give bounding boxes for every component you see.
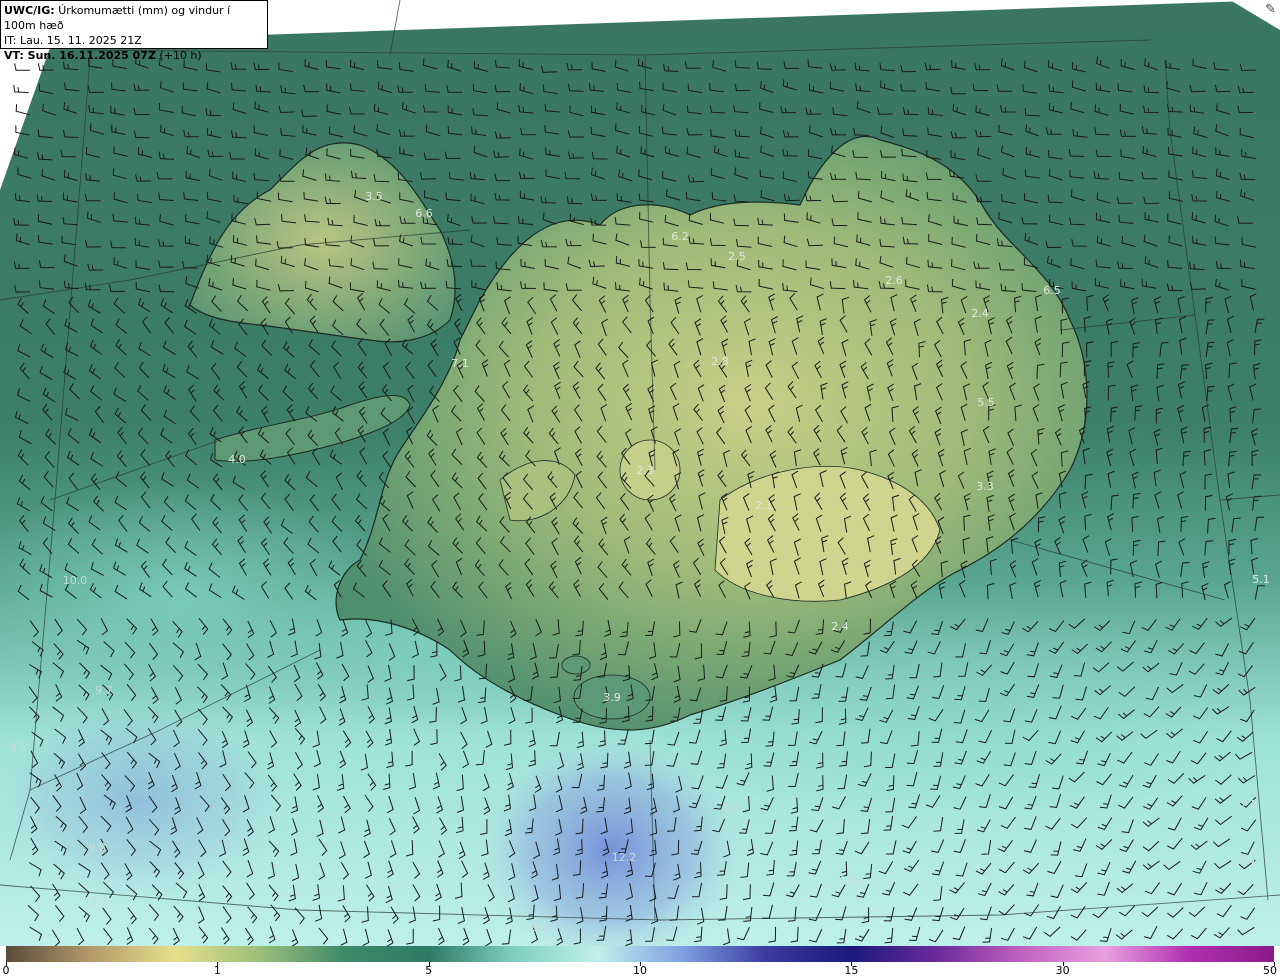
colorbar-tick-label: 5 <box>425 964 433 977</box>
value-label: 2.8 <box>711 355 729 368</box>
value-label: 2.6 <box>885 274 903 287</box>
value-label: 9.5 <box>9 741 27 754</box>
value-label: 9.9 <box>531 921 549 934</box>
value-label: 6.2 <box>671 230 689 243</box>
colorbar-tick-label: 1 <box>213 964 221 977</box>
colorbar-strip <box>6 946 1274 962</box>
value-label: 3.3 <box>976 480 994 493</box>
value-label: 9.7 <box>95 684 113 697</box>
value-label: 2.1 <box>755 499 773 512</box>
value-label: 2.4 <box>831 620 849 633</box>
value-label: 6.6 <box>415 207 433 220</box>
value-label: 2.5 <box>728 250 746 263</box>
value-label: 7.1 <box>451 357 469 370</box>
colorbar-legend: 0 1 5 10 15 30 50 <box>0 946 1280 978</box>
value-label: 9.9 <box>722 802 740 815</box>
value-label: 2.4 <box>971 307 989 320</box>
product-label: UWC/IG: <box>4 4 55 17</box>
valid-time: VT: Sun. 16.11.2025 07Z <box>4 49 156 62</box>
colorbar-tick-label: 10 <box>633 964 647 977</box>
value-label: 2.3 <box>636 464 654 477</box>
colorbar-tick-label: 50 <box>1263 964 1277 977</box>
weather-map: 3.5 6.6 6.2 2.5 2.6 6.5 2.4 2.8 7.1 5.5 4.0 2.3 3.3 2… <box>0 0 1280 946</box>
value-label: 11.1 <box>84 895 109 908</box>
value-label: 3.9 <box>603 691 621 704</box>
value-label: 7.1 <box>1239 853 1257 866</box>
map-info-box: UWC/IG: Úrkomumætti (mm) og vindur í 100… <box>0 0 268 62</box>
colorbar-tick-label: 30 <box>1055 964 1070 977</box>
value-label: 4.0 <box>228 453 246 466</box>
lead-time: (+10 h) <box>155 49 202 62</box>
value-label: 3.5 <box>365 190 383 203</box>
colorbar-tick-label: 0 <box>2 964 10 977</box>
value-label: 10.4 <box>840 874 865 887</box>
value-label: 9.8 <box>88 841 106 854</box>
colorbar-tick-label: 15 <box>844 964 859 977</box>
value-label: 7.5 <box>1240 798 1258 811</box>
value-label: 6.5 <box>1043 284 1061 297</box>
value-label: 5.5 <box>977 396 995 409</box>
value-label: 10.0 <box>63 574 88 587</box>
value-label: 12.2 <box>612 851 637 864</box>
initial-time: IT: Lau. 15. 11. 2025 21Z <box>4 34 142 47</box>
pen-icon: ✎ <box>1265 2 1276 17</box>
value-label: 5.1 <box>1252 573 1270 586</box>
